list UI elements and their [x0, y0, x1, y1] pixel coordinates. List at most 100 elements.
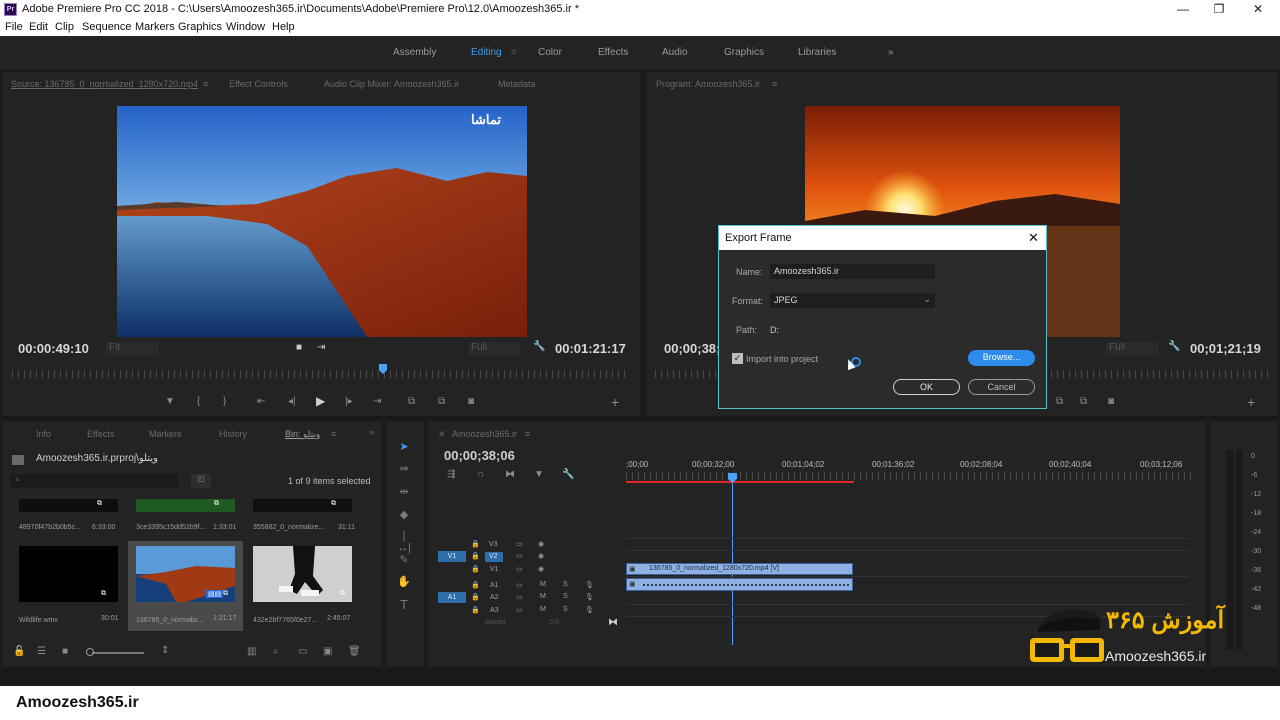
track-lock-icon[interactable]: 🔒 [471, 606, 480, 614]
export-frame-icon[interactable]: ◙ [468, 396, 474, 407]
go-to-in-icon[interactable]: ⇤ [257, 396, 265, 407]
find-icon[interactable]: ⌕ [273, 646, 279, 657]
track-lock-icon[interactable]: 🔒 [471, 593, 480, 601]
type-tool-icon[interactable]: T [396, 597, 412, 612]
format-select[interactable]: JPEG ⌄ [770, 293, 935, 308]
tab-markers[interactable]: Markers [149, 429, 182, 439]
ripple-edit-tool-icon[interactable]: ⇹ [396, 485, 412, 499]
menu-help[interactable]: Help [272, 21, 295, 33]
name-field[interactable]: Amoozesh365.ir [770, 264, 935, 279]
track-label-v1[interactable]: V1 [490, 566, 499, 573]
source-timecode[interactable]: 00:00:49:10 [18, 341, 89, 356]
tab-source[interactable]: Source: 136785_0_normalized_1280x720.mp4 [11, 79, 198, 89]
workspace-assembly[interactable]: Assembly [393, 47, 436, 58]
work-area-bar[interactable] [626, 481, 854, 483]
step-back-icon[interactable]: ◂| [288, 396, 296, 407]
master-value[interactable]: 0.0 [549, 619, 559, 626]
timeline-ruler[interactable] [626, 472, 1194, 480]
track-label-v3[interactable]: V3 [489, 541, 498, 548]
thumbnail-wildlife[interactable]: ⧉ [19, 546, 118, 602]
program-wrench-icon[interactable]: 🔧 [1168, 341, 1180, 352]
add-marker-icon[interactable]: ▼ [165, 396, 175, 407]
tab-info[interactable]: Info [36, 429, 51, 439]
sync-lock-icon[interactable]: ▭ [516, 593, 523, 601]
tab-effects[interactable]: Effects [87, 429, 114, 439]
workspace-menu-icon[interactable]: ≡ [511, 47, 517, 58]
tab-menu-icon[interactable]: ≡ [203, 79, 208, 89]
pen-tool-icon[interactable]: ✎ [396, 553, 412, 567]
workspaces-more-icon[interactable]: » [888, 47, 894, 58]
hand-tool-icon[interactable]: ✋ [396, 575, 412, 589]
source-patch-a1[interactable]: A1 [438, 592, 466, 603]
timeline-close-icon[interactable]: ✕ [438, 429, 446, 440]
toggle-output-eye-icon[interactable]: ◉ [538, 552, 544, 560]
voice-over-icon[interactable]: 🎙 [585, 606, 594, 614]
insert-icon[interactable]: ⧉ [408, 396, 415, 407]
program-tab-menu-icon[interactable]: ≡ [772, 79, 777, 89]
thumbnail-item-2[interactable]: ⧉ [136, 499, 235, 512]
menu-markers[interactable]: Markers [135, 21, 175, 33]
tab-sequence[interactable]: Amoozesh365.ir [452, 429, 517, 439]
razor-tool-icon[interactable]: ◆ [396, 508, 412, 522]
track-label-a3[interactable]: A3 [490, 607, 499, 614]
source-drop-settings-icon[interactable]: ■ [296, 342, 302, 353]
project-search-input[interactable]: ⌕ [11, 474, 179, 488]
voice-over-icon[interactable]: 🎙 [585, 581, 594, 589]
sync-lock-icon[interactable]: ▭ [516, 565, 523, 573]
track-lock-icon[interactable]: 🔒 [471, 565, 480, 573]
browse-button[interactable]: Browse... [968, 350, 1035, 366]
track-lock-icon[interactable]: 🔒 [471, 581, 480, 589]
snap-icon[interactable]: ∩ [477, 469, 484, 480]
track-lock-icon[interactable]: 🔒 [471, 540, 480, 548]
workspace-libraries[interactable]: Libraries [798, 47, 836, 58]
icon-view-icon[interactable]: ■ [62, 646, 68, 657]
selection-tool-icon[interactable]: ➤ [396, 440, 412, 454]
mark-in-icon[interactable]: { [197, 396, 200, 407]
mute-button[interactable]: M [540, 581, 546, 588]
audio-clip[interactable]: ▣ [626, 578, 853, 591]
source-insert-icon[interactable]: ⇥ [317, 342, 325, 353]
menu-edit[interactable]: Edit [29, 21, 48, 33]
sequence-tab-menu-icon[interactable]: ≡ [525, 429, 530, 439]
track-label-a1[interactable]: A1 [490, 582, 499, 589]
thumbnail-item-1[interactable]: ⧉ [19, 499, 118, 512]
play-icon[interactable]: ▶ [316, 394, 325, 408]
new-item-icon[interactable]: ▣ [323, 646, 332, 657]
workspace-color[interactable]: Color [538, 47, 562, 58]
workspace-graphics[interactable]: Graphics [724, 47, 764, 58]
ok-button[interactable]: OK [893, 379, 960, 395]
lift-icon[interactable]: ⧉ [1056, 396, 1063, 407]
mute-button[interactable]: M [540, 606, 546, 613]
extract-icon[interactable]: ⧉ [1080, 396, 1087, 407]
automate-to-sequence-icon[interactable]: ▥ [247, 646, 256, 657]
thumbnail-item-3[interactable]: ⧉ [253, 499, 352, 512]
slip-tool-icon[interactable]: |↔| [396, 530, 412, 554]
go-to-out-icon[interactable]: ⇥ [373, 396, 381, 407]
workspace-audio[interactable]: Audio [662, 47, 688, 58]
program-export-frame-icon[interactable]: ◙ [1108, 396, 1114, 407]
source-wrench-icon[interactable]: 🔧 [533, 341, 545, 352]
menu-clip[interactable]: Clip [55, 21, 74, 33]
sort-icon[interactable]: ⇕ [161, 645, 169, 656]
toggle-output-eye-icon[interactable]: ◉ [538, 540, 544, 548]
new-search-bin-icon[interactable]: ◰ [191, 474, 211, 488]
tab-audio-clip-mixer[interactable]: Audio Clip Mixer: Amoozesh365.ir [324, 79, 459, 89]
minimize-button[interactable]: — [1176, 2, 1190, 16]
tab-history[interactable]: History [219, 429, 247, 439]
workspace-editing[interactable]: Editing [471, 47, 502, 58]
tab-bin[interactable]: Bin: ویتلو [285, 429, 320, 440]
sync-lock-icon[interactable]: ▭ [516, 540, 523, 548]
new-bin-icon[interactable]: ▭ [298, 646, 307, 657]
source-patch-v1[interactable]: V1 [438, 551, 466, 562]
program-add-button-icon[interactable]: + [1247, 394, 1255, 410]
track-select-tool-icon[interactable]: ⇛ [396, 462, 412, 476]
track-target-v2[interactable]: V2 [485, 552, 503, 562]
tab-program[interactable]: Program: Amoozesh365.ir [656, 79, 760, 89]
source-time-ruler[interactable] [12, 370, 630, 378]
solo-button[interactable]: S [563, 593, 568, 600]
track-label-a2[interactable]: A2 [490, 594, 499, 601]
overwrite-icon[interactable]: ⧉ [438, 396, 445, 407]
import-checkbox[interactable]: ✓ [732, 353, 743, 364]
source-zoom-select[interactable]: Fit [106, 342, 158, 355]
go-to-end-icon[interactable]: ⧓ [608, 617, 618, 628]
